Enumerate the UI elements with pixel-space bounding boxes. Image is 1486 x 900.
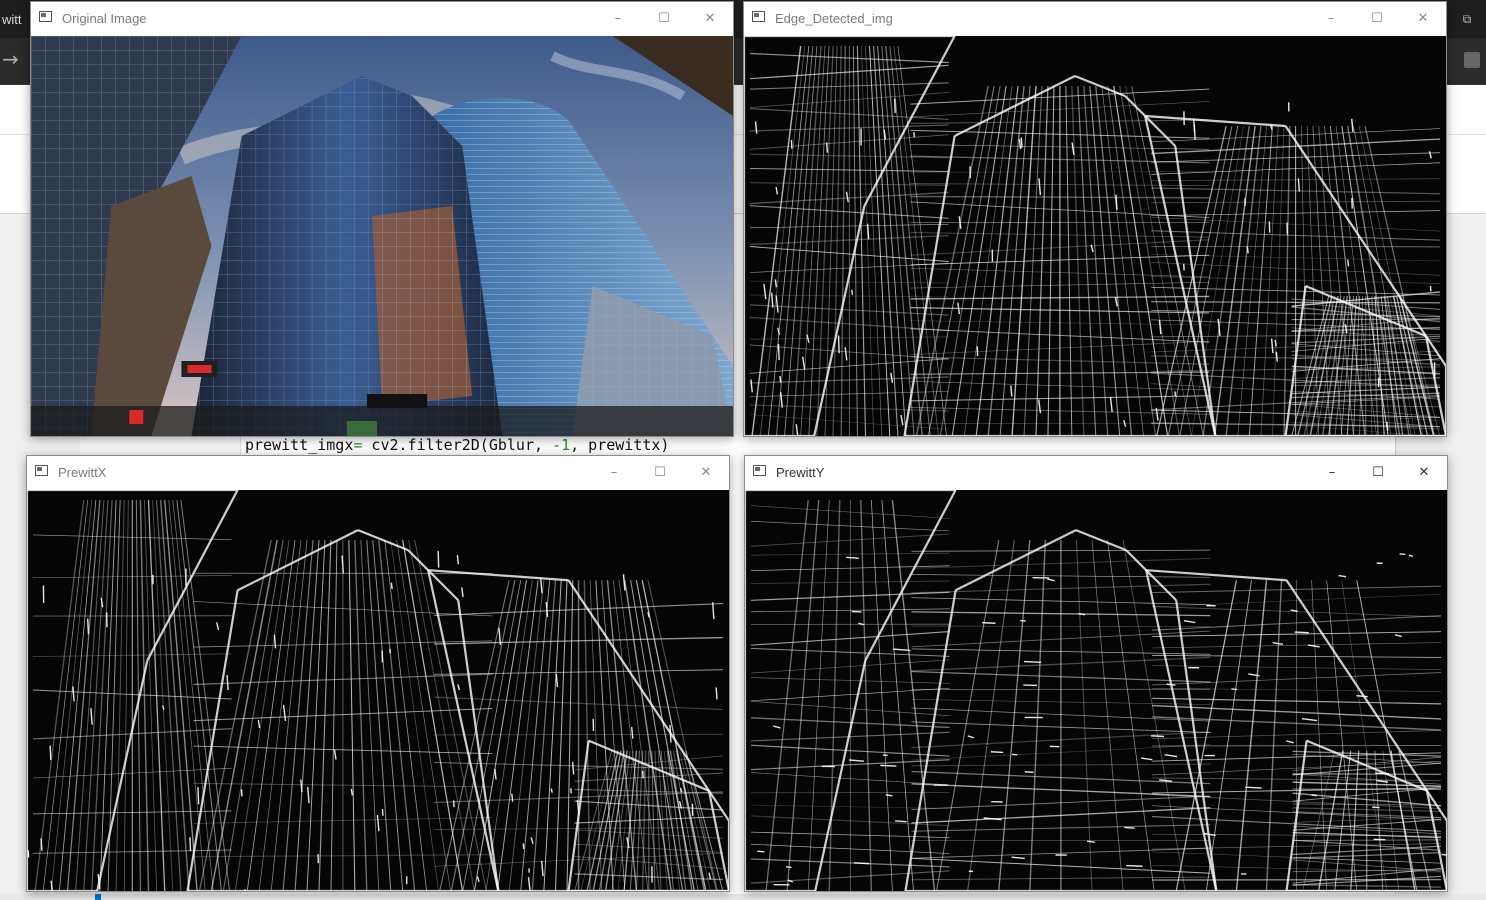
window-prewitt-y[interactable]: PrewittY – ☐ ✕ <box>744 455 1448 892</box>
edge-stroke <box>779 376 782 383</box>
edge-stroke <box>86 618 90 635</box>
status-bar <box>0 894 1486 900</box>
edge-stroke <box>550 788 553 793</box>
edge-stroke <box>715 687 718 700</box>
maximize-button[interactable]: ☐ <box>1355 456 1401 489</box>
image-canvas-prewitt-y <box>745 490 1447 891</box>
minimize-button[interactable]: – <box>1309 456 1355 489</box>
edge-stroke <box>390 582 393 590</box>
minimize-button[interactable]: – <box>1308 2 1354 35</box>
edge-stroke <box>1246 246 1249 254</box>
edge-stroke <box>40 838 43 851</box>
edge-stroke <box>785 866 792 869</box>
edge-stroke <box>825 142 829 153</box>
minimize-button[interactable]: – <box>595 2 641 35</box>
edge-stroke <box>854 862 870 865</box>
minimize-button[interactable]: – <box>591 456 637 489</box>
code-token-var: prewitt_imgx <box>245 436 354 454</box>
edge-image <box>27 490 729 891</box>
edge-stroke <box>837 335 840 354</box>
maximize-button[interactable]: ☐ <box>637 456 683 489</box>
maximize-button[interactable]: ☐ <box>1354 2 1400 35</box>
edge-stroke <box>895 820 907 823</box>
app-window-icon <box>39 11 52 22</box>
toolbar-square-icon[interactable] <box>1464 52 1480 68</box>
edge-stroke <box>456 555 460 565</box>
edge-stroke <box>1126 864 1143 867</box>
close-button[interactable]: ✕ <box>1401 456 1447 489</box>
edge-stroke <box>1231 688 1238 691</box>
edge-stroke <box>1010 385 1013 397</box>
window-title: Edge_Detected_img <box>775 11 893 26</box>
edge-stroke <box>1386 421 1389 431</box>
edge-stroke <box>1311 794 1317 797</box>
photo-image <box>31 36 733 436</box>
edge-stroke <box>880 764 897 767</box>
edge-stroke <box>774 279 778 288</box>
edge-stroke <box>1192 118 1196 133</box>
code-token-call: cv2.filter2D(Gblur, <box>362 436 553 454</box>
restore-icon[interactable]: ⧉ <box>1460 12 1474 26</box>
edge-stroke <box>982 621 996 624</box>
edge-stroke <box>757 850 765 853</box>
edge-stroke <box>1356 694 1368 698</box>
maximize-button[interactable]: ☐ <box>641 2 687 35</box>
image-canvas-prewitt-x <box>27 490 729 891</box>
edge-stroke <box>1294 631 1309 634</box>
window-titlebar[interactable]: Edge_Detected_img – ☐ ✕ <box>744 2 1446 35</box>
window-original-image[interactable]: Original Image – ☐ ✕ <box>30 1 734 437</box>
ide-title-fragment: witt <box>2 12 22 27</box>
edge-stroke <box>1297 178 1301 192</box>
forward-arrow-icon[interactable]: → <box>2 47 19 71</box>
close-button[interactable]: ✕ <box>1400 2 1446 35</box>
edge-stroke <box>1274 339 1277 347</box>
edge-stroke <box>511 793 514 802</box>
window-titlebar[interactable]: PrewittX – ☐ ✕ <box>27 456 729 489</box>
window-title: PrewittX <box>58 465 107 480</box>
edge-stroke <box>1292 839 1441 841</box>
scroll-thumb[interactable] <box>95 894 101 900</box>
window-prewitt-x[interactable]: PrewittX – ☐ ✕ <box>26 455 730 892</box>
window-title: PrewittY <box>776 465 825 480</box>
edge-stroke <box>189 837 192 852</box>
window-title: Original Image <box>62 11 147 26</box>
edge-image <box>745 490 1447 891</box>
app-window-icon <box>753 465 766 476</box>
edge-stroke <box>851 289 854 295</box>
edge-stroke <box>49 745 52 760</box>
edge-stroke <box>1275 351 1278 362</box>
image-canvas-edge <box>744 36 1446 436</box>
edge-stroke <box>1408 554 1413 557</box>
edge-stroke <box>990 751 1004 754</box>
code-token-args: , prewittx) <box>570 436 670 454</box>
close-button[interactable]: ✕ <box>687 2 733 35</box>
edge-stroke <box>1087 840 1095 843</box>
edge-stroke <box>197 787 200 805</box>
image-canvas-original <box>31 36 733 436</box>
edge-stroke <box>1124 826 1135 829</box>
edge-stroke <box>1150 735 1165 738</box>
app-window-icon <box>35 465 48 476</box>
edge-stroke <box>1346 259 1350 267</box>
window-edge-detected[interactable]: Edge_Detected_img – ☐ ✕ <box>743 1 1447 437</box>
edge-stroke <box>641 770 644 779</box>
edge-stroke <box>1020 137 1023 148</box>
edge-stroke <box>777 343 780 361</box>
app-window-icon <box>752 11 765 22</box>
edge-image <box>744 36 1446 436</box>
edge-stroke <box>1024 771 1034 774</box>
window-titlebar[interactable]: PrewittY – ☐ ✕ <box>745 456 1447 489</box>
code-token-number: -1 <box>552 436 571 454</box>
edge-stroke <box>1245 786 1262 789</box>
edge-stroke <box>388 648 391 654</box>
close-button[interactable]: ✕ <box>683 456 729 489</box>
window-titlebar[interactable]: Original Image – ☐ ✕ <box>31 2 733 35</box>
edge-stroke <box>1024 660 1042 664</box>
edge-stroke <box>1020 619 1026 622</box>
code-line[interactable]: prewitt_imgx= cv2.filter2D(Gblur, -1, pr… <box>245 436 669 454</box>
